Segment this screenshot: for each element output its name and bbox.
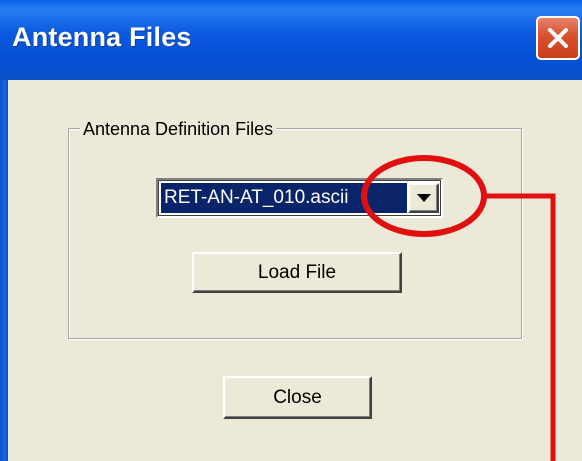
annotation-circle — [361, 155, 487, 237]
annotation-callout-line — [483, 193, 556, 461]
annotation-overlay — [361, 155, 556, 461]
antenna-files-dialog: Antenna Files Antenna Definition Files R… — [0, 0, 582, 461]
